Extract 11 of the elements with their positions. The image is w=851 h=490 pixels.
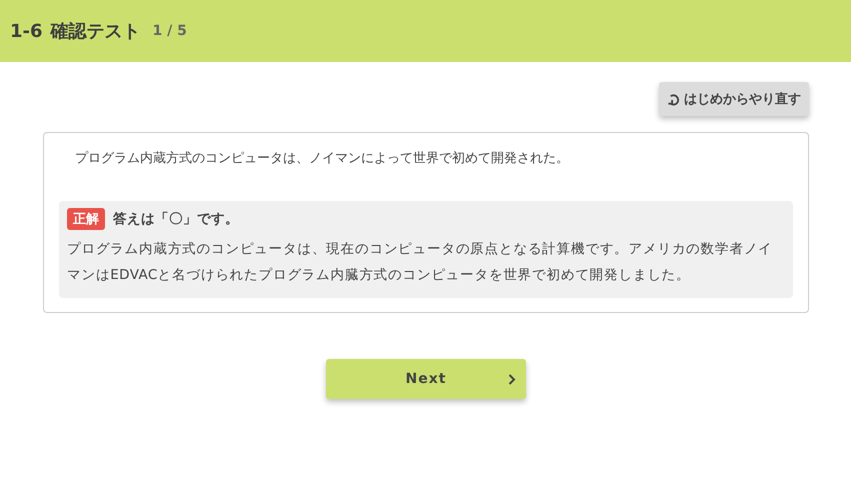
answer-text: 答えは「〇」です。: [113, 210, 239, 228]
next-button[interactable]: Next: [326, 359, 526, 399]
section-number: 1-6: [10, 20, 43, 42]
page-title: 確認テスト: [50, 20, 141, 43]
result-badge: 正解: [67, 208, 105, 230]
chevron-icon: [508, 374, 516, 385]
explanation-text: プログラム内蔵方式のコンピュータは、現在のコンピュータの原点となる計算機です。アメリカの数学者ノイマンはEDVACと名づけられたプログラム内臓方式のコンピュータを世界で初めて開発しました。: [67, 240, 774, 285]
progress-count: 1 / 5: [152, 23, 187, 39]
restart-button[interactable]: はじめからやり直す: [659, 82, 809, 116]
question-text: プログラム内蔵方式のコンピュータは、ノイマンによって世界で初めて開発された。: [74, 150, 570, 167]
restart-icon: [667, 92, 680, 106]
